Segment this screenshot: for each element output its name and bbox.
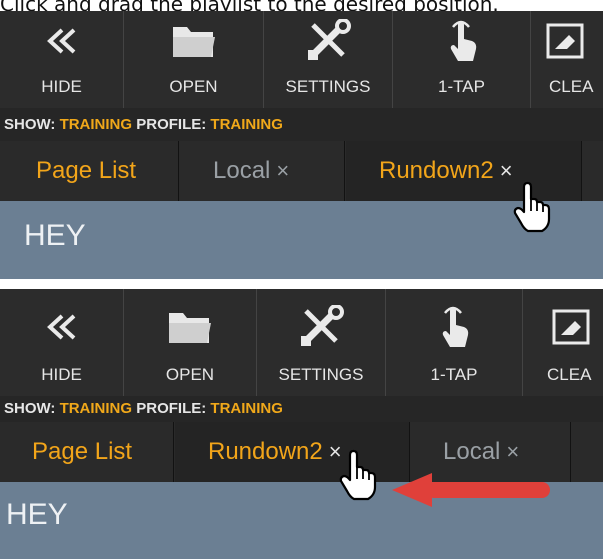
tab-label: Page List — [36, 157, 137, 184]
open-button[interactable]: OPEN — [124, 289, 257, 396]
hide-button[interactable]: HIDE — [0, 11, 124, 108]
open-button[interactable]: OPEN — [124, 11, 264, 108]
folder-icon — [124, 305, 256, 349]
close-icon[interactable]: × — [506, 439, 519, 464]
divider — [0, 279, 603, 289]
toolbar: HIDE OPEN SETTINGS 1-TAP CLEA — [0, 11, 603, 108]
tab-local[interactable]: Local × — [180, 141, 345, 201]
eraser-icon — [523, 305, 603, 349]
tap-hand-icon — [393, 19, 530, 63]
clear-label: CLEA — [549, 77, 594, 96]
profile-value: TRAINING — [210, 116, 283, 133]
show-label: SHOW: — [4, 116, 56, 133]
tab-label: Page List — [32, 438, 133, 465]
folder-icon — [124, 19, 263, 63]
hand-cursor-icon — [513, 181, 551, 233]
playlist-item[interactable]: HEY — [24, 219, 86, 253]
clear-label: CLEA — [547, 365, 592, 384]
one-tap-label: 1-TAP — [438, 77, 485, 96]
clear-button[interactable]: CLEA — [523, 289, 603, 396]
screenshot-after: HIDE OPEN SETTINGS 1-TAP CLEA SHOW: TRAI… — [0, 289, 603, 559]
settings-label: SETTINGS — [278, 365, 364, 384]
show-label: SHOW: — [4, 400, 56, 417]
open-label: OPEN — [169, 77, 218, 96]
tools-icon — [257, 305, 385, 349]
tools-icon — [264, 19, 392, 63]
double-chevron-left-icon — [0, 19, 123, 63]
settings-label: SETTINGS — [285, 77, 371, 96]
show-profile-bar: SHOW: TRAINING PROFILE: TRAINING — [0, 396, 603, 422]
profile-value: TRAINING — [210, 400, 283, 417]
tab-label: Local — [213, 157, 271, 184]
settings-button[interactable]: SETTINGS — [264, 11, 393, 108]
one-tap-label: 1-TAP — [430, 365, 478, 384]
show-value: TRAINING — [59, 400, 133, 417]
close-icon[interactable]: × — [276, 158, 289, 183]
tab-label: Rundown2 — [208, 438, 323, 465]
open-label: OPEN — [165, 365, 215, 384]
screenshot-before: HIDE OPEN SETTINGS 1-TAP CLEA SHOW: TRAI… — [0, 11, 603, 279]
one-tap-button[interactable]: 1-TAP — [386, 289, 523, 396]
profile-label: PROFILE: — [136, 116, 207, 133]
hide-label: HIDE — [41, 77, 82, 96]
hide-label: HIDE — [41, 365, 82, 384]
double-chevron-left-icon — [0, 305, 123, 349]
hide-button[interactable]: HIDE — [0, 289, 124, 396]
clear-button[interactable]: CLEA — [531, 11, 603, 108]
tap-hand-icon — [386, 305, 522, 349]
eraser-icon — [531, 19, 603, 63]
tab-page-list[interactable]: Page List — [0, 141, 179, 201]
one-tap-button[interactable]: 1-TAP — [393, 11, 531, 108]
tab-page-list[interactable]: Page List — [0, 422, 174, 482]
tab-label: Rundown2 — [379, 157, 494, 184]
profile-label: PROFILE: — [136, 400, 207, 417]
close-icon[interactable]: × — [500, 158, 513, 183]
toolbar: HIDE OPEN SETTINGS 1-TAP CLEA — [0, 289, 603, 396]
show-profile-bar: SHOW: TRAINING PROFILE: TRAINING — [0, 108, 603, 141]
show-value: TRAINING — [59, 116, 133, 133]
drag-direction-arrow — [392, 473, 550, 507]
settings-button[interactable]: SETTINGS — [257, 289, 386, 396]
hand-cursor-icon — [339, 449, 377, 501]
tab-label: Local — [443, 438, 501, 465]
playlist-item[interactable]: HEY — [6, 498, 68, 532]
